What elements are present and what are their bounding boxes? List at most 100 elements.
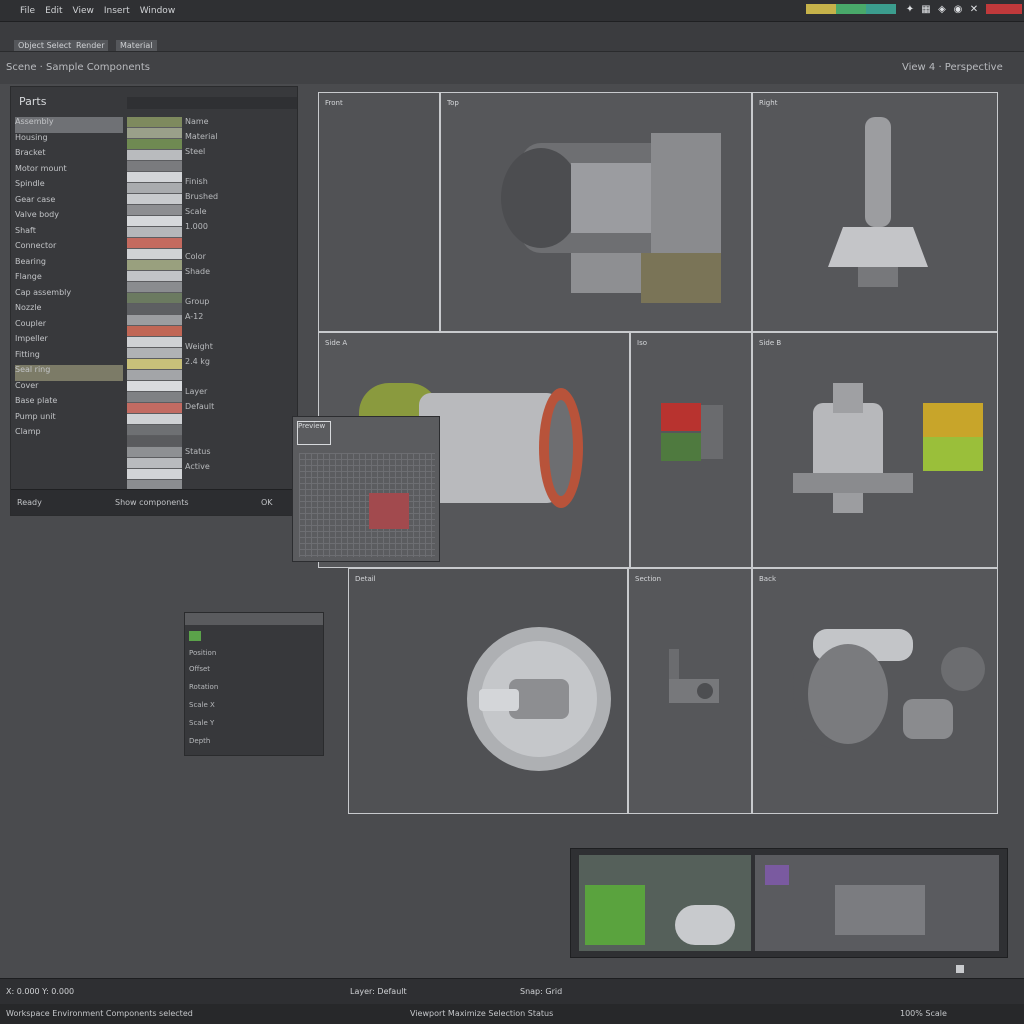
property-row[interactable]: Active — [185, 462, 295, 477]
transform-row[interactable]: Scale Y — [189, 719, 214, 727]
swatch-yellow[interactable] — [806, 4, 836, 14]
thumbnail[interactable] — [127, 150, 182, 161]
tree-item[interactable]: Assembly — [15, 117, 123, 133]
transform-row[interactable]: Offset — [189, 665, 210, 673]
tree-item[interactable]: Clamp — [15, 427, 123, 443]
tree-item[interactable]: Shaft — [15, 226, 123, 242]
tree-item[interactable]: Cap assembly — [15, 288, 123, 304]
view-cell-back[interactable]: Back — [752, 568, 998, 814]
thumbnail[interactable] — [127, 370, 182, 381]
view-cell-front[interactable]: Front — [318, 92, 440, 332]
thumbnail[interactable] — [127, 403, 182, 414]
transform-row[interactable]: Scale X — [189, 701, 215, 709]
material-button[interactable]: Material — [116, 40, 157, 51]
menu-insert[interactable]: Insert — [104, 6, 130, 16]
thumbnail[interactable] — [127, 436, 182, 447]
tree-item[interactable]: Flange — [15, 272, 123, 288]
thumbnail[interactable] — [127, 469, 182, 480]
thumbnail[interactable] — [127, 414, 182, 425]
view-cell-detail[interactable]: Detail — [348, 568, 628, 814]
thumbnail[interactable] — [127, 326, 182, 337]
tree-item[interactable]: Bearing — [15, 257, 123, 273]
thumbnail[interactable] — [127, 392, 182, 403]
swatch-red[interactable] — [986, 4, 1022, 14]
property-row[interactable]: 2.4 kg — [185, 357, 295, 372]
grid-icon[interactable]: ▦ — [921, 4, 931, 15]
menu-edit[interactable]: Edit — [45, 6, 62, 16]
thumbnail[interactable] — [127, 117, 182, 128]
menu-file[interactable]: File — [20, 6, 35, 16]
tree-item[interactable]: Connector — [15, 241, 123, 257]
property-row[interactable]: Steel — [185, 147, 295, 162]
thumbnail[interactable] — [127, 359, 182, 370]
tree-item[interactable]: Housing — [15, 133, 123, 149]
thumbnail[interactable] — [127, 161, 182, 172]
thumbnail[interactable] — [127, 216, 182, 227]
tree-item[interactable]: Nozzle — [15, 303, 123, 319]
thumbnail[interactable] — [127, 249, 182, 260]
thumbnail[interactable] — [127, 183, 182, 194]
property-row[interactable]: Default — [185, 402, 295, 417]
menu-view[interactable]: View — [73, 6, 94, 16]
close-icon[interactable]: ✕ — [969, 4, 979, 15]
pin-icon[interactable]: ✦ — [905, 4, 915, 15]
view-cell-section[interactable]: Section — [628, 568, 752, 814]
property-row[interactable]: 1.000 — [185, 222, 295, 237]
swatch-green[interactable] — [836, 4, 866, 14]
transform-row[interactable]: Rotation — [189, 683, 218, 691]
property-row[interactable]: Shade — [185, 267, 295, 282]
strip-thumbnail[interactable] — [755, 855, 999, 951]
thumbnail[interactable] — [127, 128, 182, 139]
resize-handle[interactable] — [956, 965, 964, 973]
thumbnail[interactable] — [127, 293, 182, 304]
thumbnail[interactable] — [127, 458, 182, 469]
thumbnail[interactable] — [127, 337, 182, 348]
swatch-teal[interactable] — [866, 4, 896, 14]
thumbnail[interactable] — [127, 304, 182, 315]
render-button[interactable]: Render — [72, 40, 109, 51]
layers-icon[interactable]: ◉ — [953, 4, 963, 15]
tree-item[interactable]: Fitting — [15, 350, 123, 366]
thumbnail[interactable] — [127, 381, 182, 392]
tree-item[interactable]: Motor mount — [15, 164, 123, 180]
transform-panel-header[interactable] — [185, 613, 323, 625]
snap-status[interactable]: Snap: Grid — [520, 987, 562, 996]
thumbnail[interactable] — [127, 348, 182, 359]
thumbnail[interactable] — [127, 315, 182, 326]
property-row[interactable]: Brushed — [185, 192, 295, 207]
zoom-info[interactable]: 100% Scale — [900, 1009, 947, 1018]
thumbnail[interactable] — [127, 172, 182, 183]
thumbnail[interactable] — [127, 238, 182, 249]
object-select-button[interactable]: Object Select — [14, 40, 76, 51]
thumbnail[interactable] — [127, 205, 182, 216]
thumbnail[interactable] — [127, 425, 182, 436]
thumbnail[interactable] — [127, 271, 182, 282]
view-cell-right[interactable]: Right — [752, 92, 998, 332]
transform-row[interactable]: Depth — [189, 737, 210, 745]
show-components-button[interactable]: Show components — [115, 498, 189, 507]
tree-item[interactable]: Bracket — [15, 148, 123, 164]
preview-window[interactable]: Preview — [292, 416, 440, 562]
tree-item[interactable]: Seal ring — [15, 365, 123, 381]
tree-item[interactable]: Coupler — [15, 319, 123, 335]
layer-status[interactable]: Layer: Default — [350, 987, 407, 996]
parts-panel-tabs[interactable] — [127, 97, 297, 109]
property-row[interactable]: A-12 — [185, 312, 295, 327]
tree-item[interactable]: Cover — [15, 381, 123, 397]
tree-item[interactable]: Spindle — [15, 179, 123, 195]
menu-window[interactable]: Window — [140, 6, 176, 16]
tree-item[interactable]: Valve body — [15, 210, 123, 226]
tree-item[interactable]: Gear case — [15, 195, 123, 211]
thumbnail[interactable] — [127, 194, 182, 205]
thumbnail[interactable] — [127, 260, 182, 271]
thumbnail[interactable] — [127, 282, 182, 293]
tree-item[interactable]: Impeller — [15, 334, 123, 350]
thumbnail[interactable] — [127, 227, 182, 238]
strip-thumbnail[interactable] — [579, 855, 751, 951]
thumbnail[interactable] — [127, 139, 182, 150]
ok-button[interactable]: OK — [261, 498, 273, 507]
tree-item[interactable]: Pump unit — [15, 412, 123, 428]
lock-icon[interactable]: ◈ — [937, 4, 947, 15]
transform-row[interactable]: Position — [189, 649, 216, 657]
thumbnail[interactable] — [127, 447, 182, 458]
